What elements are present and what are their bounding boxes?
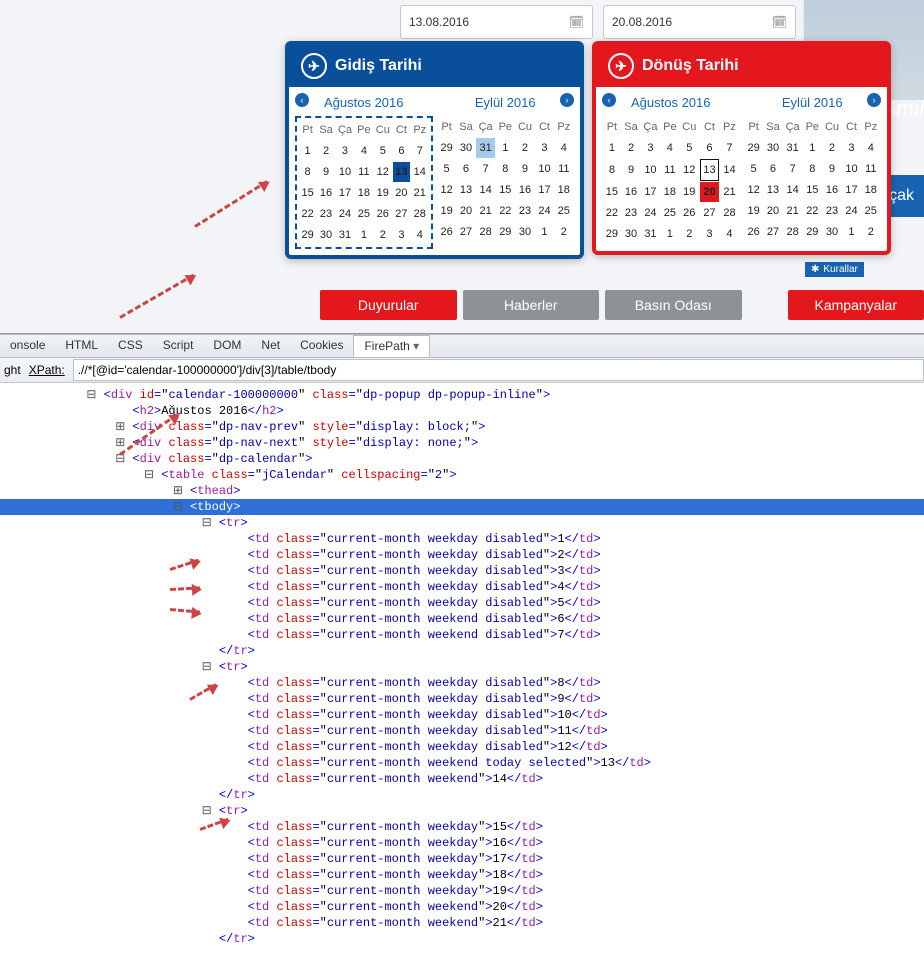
calendar-table[interactable]: PtSaÇaPeCuCtPz29303112345678910111213141…	[744, 116, 882, 243]
prev-month-button[interactable]: ‹	[602, 93, 616, 107]
next-month-button[interactable]: ›	[560, 93, 574, 107]
plane-icon: ✈	[608, 53, 634, 79]
calendar-return: ✈ Dönüş Tarihi ‹ Ağustos 2016 PtSaÇaPeCu…	[592, 41, 891, 255]
xpath-input[interactable]	[73, 359, 924, 381]
next-month-button[interactable]: ›	[867, 93, 881, 107]
devtools-tab-cookies[interactable]: Cookies	[290, 335, 353, 357]
devtools-tab-firepath[interactable]: FirePath	[353, 335, 430, 357]
date-inputs: 13.08.2016 🗓 20.08.2016 🗓	[400, 5, 796, 39]
tab-strip: Duyurular Haberler Basın Odası Kampanyal…	[320, 290, 924, 320]
calendar-table[interactable]: PtSaÇaPeCuCtPz12345678910111213141516171…	[298, 119, 430, 246]
side-chip-label: Kurallar	[823, 264, 857, 275]
return-date-value: 20.08.2016	[612, 15, 672, 29]
calendar-depart-title: Gidiş Tarihi	[335, 57, 422, 75]
tab-duyurular[interactable]: Duyurular	[320, 290, 457, 320]
gear-icon: ✱	[811, 264, 819, 275]
side-chip-kurallar[interactable]: ✱ Kurallar	[805, 262, 864, 277]
annotation-arrow	[119, 274, 194, 319]
tab-haberler[interactable]: Haberler	[463, 290, 600, 320]
highlight-button[interactable]: ght	[4, 363, 21, 377]
month-label: Eylül 2016	[782, 95, 843, 110]
prev-month-button[interactable]: ‹	[295, 93, 309, 107]
xpath-mode-dropdown[interactable]: XPath:	[29, 363, 65, 377]
month-label: Ağustos 2016	[631, 95, 711, 110]
calendar-icon: 🗓	[569, 15, 584, 29]
month-label: Eylül 2016	[475, 95, 536, 110]
calendar-table[interactable]: PtSaÇaPeCuCtPz29303112345678910111213141…	[437, 116, 575, 243]
annotation-arrow	[194, 180, 268, 228]
calendar-icon: 🗓	[772, 15, 787, 29]
tab-basin-odasi[interactable]: Basın Odası	[605, 290, 742, 320]
calendar-month-aug: ‹ Ağustos 2016 PtSaÇaPeCuCtPz12345678910…	[295, 91, 433, 249]
devtools-tab-net[interactable]: Net	[251, 335, 290, 357]
devtools-tab-dom[interactable]: DOM	[203, 335, 251, 357]
calendar-depart: ✈ Gidiş Tarihi ‹ Ağustos 2016 PtSaÇaPeCu…	[285, 41, 584, 259]
devtools-tab-html[interactable]: HTML	[55, 335, 108, 357]
dom-tree[interactable]: ⊟ <div id="calendar-100000000" class="dp…	[0, 383, 924, 957]
devtools-tab-script[interactable]: Script	[153, 335, 204, 357]
plane-icon: ✈	[301, 53, 327, 79]
calendar-table[interactable]: PtSaÇaPeCuCtPz12345678910111213141516171…	[602, 116, 740, 245]
month-label: Ağustos 2016	[324, 95, 404, 110]
depart-date-field[interactable]: 13.08.2016 🗓	[400, 5, 593, 39]
devtools-tab-onsole[interactable]: onsole	[0, 335, 55, 357]
tab-kampanyalar[interactable]: Kampanyalar	[788, 290, 924, 320]
calendar-return-title: Dönüş Tarihi	[642, 57, 739, 75]
devtools-tabbar: onsoleHTMLCSSScriptDOMNetCookiesFirePath	[0, 334, 924, 358]
firepath-toolbar: ght XPath:	[0, 358, 924, 383]
depart-date-value: 13.08.2016	[409, 15, 469, 29]
return-date-field[interactable]: 20.08.2016 🗓	[603, 5, 796, 39]
devtools-tab-css[interactable]: CSS	[108, 335, 153, 357]
page-top: Smil Uçak ✱ Kurallar 13.08.2016 🗓 20.08.…	[0, 0, 924, 334]
calendar-month-sep: Eylül 2016 › PtSaÇaPeCuCtPz2930311234567…	[437, 91, 575, 249]
